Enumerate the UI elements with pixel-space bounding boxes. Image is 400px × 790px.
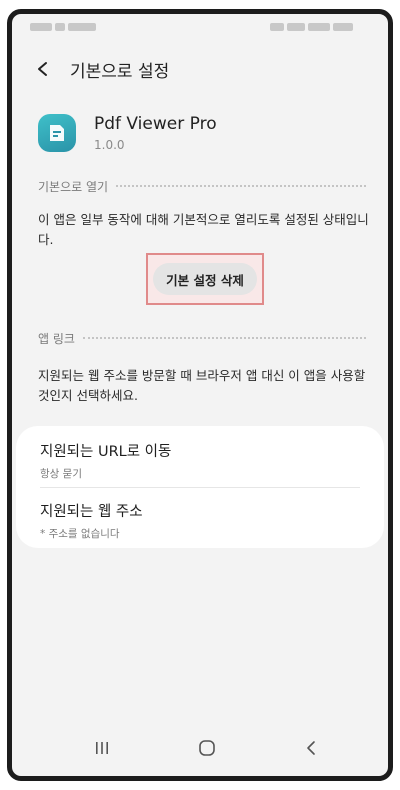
open-by-default-header: 기본으로 열기 xyxy=(38,178,366,194)
back-button[interactable] xyxy=(30,56,56,82)
recents-icon xyxy=(96,742,108,754)
navigation-bar xyxy=(12,720,388,776)
supported-url-subtitle: 항상 묻기 xyxy=(40,468,82,480)
app-links-description: 지원되는 웹 주소를 방문할 때 브라우저 앱 대신 이 앱을 사용할 것인지 … xyxy=(38,366,370,406)
open-by-default-label: 기본으로 열기 xyxy=(38,179,109,194)
section-divider xyxy=(82,337,366,339)
supported-web-address-subtitle: * 주소를 없습니다 xyxy=(40,528,120,540)
app-links-label: 앱 링크 xyxy=(38,331,75,346)
status-right-blurred xyxy=(270,23,366,31)
status-bar xyxy=(12,14,388,40)
home-icon xyxy=(199,740,215,756)
card-divider xyxy=(40,487,360,488)
page-title: 기본으로 설정 xyxy=(70,62,170,82)
app-name: Pdf Viewer Pro xyxy=(94,114,217,134)
supported-url-item[interactable]: 지원되는 URL로 이동 항상 묻기 xyxy=(40,440,360,490)
home-button[interactable] xyxy=(189,734,225,762)
status-left-blurred xyxy=(30,23,114,31)
app-bar: 기본으로 설정 xyxy=(12,52,388,84)
phone-frame: 기본으로 설정 Pdf Viewer Pro 1.0.0 기본으로 열기 이 앱… xyxy=(7,9,393,781)
recents-button[interactable] xyxy=(84,734,120,762)
app-links-header: 앱 링크 xyxy=(38,330,366,346)
clear-defaults-highlight: 기본 설정 삭제 xyxy=(146,253,264,305)
supported-web-address-title: 지원되는 웹 주소 xyxy=(40,504,143,520)
supported-web-address-item[interactable]: 지원되는 웹 주소 * 주소를 없습니다 xyxy=(40,500,360,550)
nav-back-button[interactable] xyxy=(293,734,329,762)
section-divider xyxy=(116,185,366,187)
open-by-default-description: 이 앱은 일부 동작에 대해 기본적으로 열리도록 설정된 상태입니다. xyxy=(38,212,369,247)
clear-defaults-button[interactable]: 기본 설정 삭제 xyxy=(153,263,257,295)
settings-card: 지원되는 URL로 이동 항상 묻기 지원되는 웹 주소 * 주소를 없습니다 xyxy=(16,426,384,548)
app-links-description-line1: 지원되는 웹 주소를 방문할 때 브라우저 앱 대신 이 앱을 사용할 xyxy=(38,368,366,383)
app-info: Pdf Viewer Pro 1.0.0 xyxy=(12,110,388,160)
pdf-app-icon xyxy=(38,114,76,152)
supported-url-title: 지원되는 URL로 이동 xyxy=(40,444,172,460)
back-arrow-icon xyxy=(38,62,47,76)
nav-back-icon xyxy=(307,741,315,755)
app-version: 1.0.0 xyxy=(94,138,125,152)
app-links-description-line2: 것인지 선택하세요. xyxy=(38,388,138,403)
